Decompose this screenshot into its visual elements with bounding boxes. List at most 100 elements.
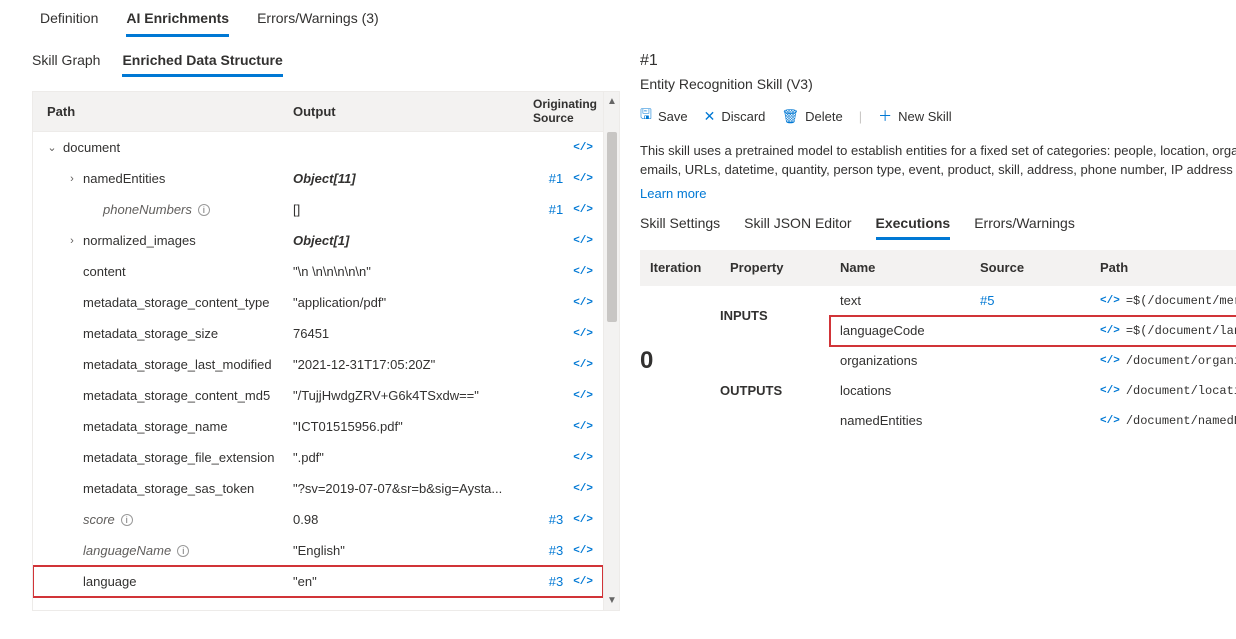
output-value: "/TujjHwdgZRV+G6k4TSxdw==" xyxy=(293,388,533,403)
col-source: Source xyxy=(980,260,1100,275)
code-icon[interactable]: </> xyxy=(573,483,593,495)
tab-errors-warnings[interactable]: Errors/Warnings (3) xyxy=(257,10,379,37)
path-name: metadata_storage_content_type xyxy=(83,295,269,310)
outputs-label: OUTPUTS xyxy=(720,346,830,436)
exec-name: namedEntities xyxy=(840,413,980,428)
table-row[interactable]: phoneNumbers i [] #1 </> xyxy=(33,194,603,225)
chevron-icon[interactable]: › xyxy=(67,173,77,185)
table-row[interactable]: ⌄ document </> xyxy=(33,132,603,163)
table-row[interactable]: metadata_storage_name"ICT01515956.pdf"</… xyxy=(33,411,603,442)
chevron-icon[interactable]: ⌄ xyxy=(47,141,57,154)
code-icon[interactable]: </> xyxy=(573,514,593,526)
table-row[interactable]: metadata_storage_size76451</> xyxy=(33,318,603,349)
scrollbar[interactable]: ▲ ▼ xyxy=(603,92,619,610)
code-icon[interactable]: </> xyxy=(573,545,593,557)
code-icon[interactable]: </> xyxy=(573,452,593,464)
table-row[interactable]: metadata_storage_sas_token "?sv=2019-07-0… xyxy=(33,473,603,504)
exec-path: /document/organizations xyxy=(1126,354,1236,368)
code-icon[interactable]: </> xyxy=(1100,385,1120,397)
table-row[interactable]: › namedEntities Object[11] #1 </> xyxy=(33,163,603,194)
code-icon[interactable]: </> xyxy=(573,235,593,247)
code-icon[interactable]: </> xyxy=(573,328,593,340)
code-icon[interactable]: </> xyxy=(573,142,593,154)
code-icon[interactable]: </> xyxy=(1100,325,1120,337)
originating-link[interactable]: #3 xyxy=(549,512,563,527)
tab-skill-json[interactable]: Skill JSON Editor xyxy=(744,215,851,240)
code-icon[interactable]: </> xyxy=(573,173,593,185)
path-name: metadata_storage_last_modified xyxy=(83,357,272,372)
path-name: metadata_storage_size xyxy=(83,326,218,341)
col-output: Output xyxy=(293,104,533,119)
tab-definition[interactable]: Definition xyxy=(40,10,98,37)
path-name: score xyxy=(83,512,115,527)
path-name: document xyxy=(63,140,120,155)
table-row[interactable]: metadata_storage_last_modified "2021-12-3… xyxy=(33,349,603,380)
tab-ai-enrichments[interactable]: AI Enrichments xyxy=(126,10,229,37)
output-value: [] xyxy=(293,202,533,217)
learn-more-link[interactable]: Learn more xyxy=(640,186,1236,201)
info-icon[interactable]: i xyxy=(121,514,133,526)
path-name: namedEntities xyxy=(83,171,165,186)
exec-row: organizations</>/document/organizations xyxy=(830,346,1236,376)
code-icon[interactable]: </> xyxy=(573,297,593,309)
code-icon[interactable]: </> xyxy=(1100,415,1120,427)
tab-executions[interactable]: Executions xyxy=(876,215,951,240)
exec-name: text xyxy=(840,293,980,308)
output-value: "?sv=2019-07-07&sr=b&sig=Aysta... xyxy=(293,481,533,496)
table-row[interactable]: metadata_storage_file_extension".pdf"</> xyxy=(33,442,603,473)
output-value: "2021-12-31T17:05:20Z" xyxy=(293,357,533,372)
code-icon[interactable]: </> xyxy=(573,359,593,371)
skill-id: #1 xyxy=(640,52,1236,70)
path-name: content xyxy=(83,264,126,279)
exec-name: locations xyxy=(840,383,980,398)
subtab-skill-graph[interactable]: Skill Graph xyxy=(32,52,100,77)
save-button[interactable]: 🖫 Save xyxy=(640,104,688,128)
table-row[interactable]: language"en"#3</> xyxy=(33,566,603,597)
tab-skill-errors[interactable]: Errors/Warnings xyxy=(974,215,1075,240)
chevron-icon[interactable]: › xyxy=(67,235,77,247)
table-row[interactable]: ›normalized_imagesObject[1]</> xyxy=(33,225,603,256)
save-icon: 🖫 xyxy=(640,104,652,128)
table-row[interactable]: languageNamei"English"#3</> xyxy=(33,535,603,566)
plus-icon: ＋ xyxy=(878,106,892,126)
path-name: metadata_storage_name xyxy=(83,419,228,434)
originating-link[interactable]: #3 xyxy=(549,574,563,589)
path-name: phoneNumbers xyxy=(103,202,192,217)
code-icon[interactable]: </> xyxy=(573,266,593,278)
originating-link[interactable]: #1 xyxy=(549,202,563,217)
code-icon[interactable]: </> xyxy=(1100,295,1120,307)
exec-source[interactable]: #5 xyxy=(980,293,1100,308)
path-name: metadata_storage_file_extension xyxy=(83,450,275,465)
info-icon[interactable]: i xyxy=(198,204,210,216)
exec-row: namedEntities</>/document/namedEntities xyxy=(830,406,1236,436)
code-icon[interactable]: </> xyxy=(573,390,593,402)
info-icon[interactable]: i xyxy=(177,545,189,557)
table-row[interactable]: metadata_storage_content_type"applicatio… xyxy=(33,287,603,318)
exec-name: languageCode xyxy=(840,323,980,338)
path-name: metadata_storage_sas_token xyxy=(83,481,254,496)
originating-link[interactable]: #1 xyxy=(549,171,563,186)
output-value: Object[1] xyxy=(293,233,533,248)
code-icon[interactable]: </> xyxy=(573,576,593,588)
exec-path: /document/locations xyxy=(1126,384,1236,398)
tab-skill-settings[interactable]: Skill Settings xyxy=(640,215,720,240)
code-icon[interactable]: </> xyxy=(573,204,593,216)
table-row[interactable]: content"\n \n\n\n\n\n"</> xyxy=(33,256,603,287)
skill-description: This skill uses a pretrained model to es… xyxy=(640,142,1236,180)
new-skill-button[interactable]: ＋ New Skill xyxy=(878,106,951,126)
output-value: "English" xyxy=(293,543,533,558)
skill-tabs: Skill Settings Skill JSON Editor Executi… xyxy=(640,215,1236,240)
originating-link[interactable]: #3 xyxy=(549,543,563,558)
path-name: metadata_storage_content_md5 xyxy=(83,388,270,403)
output-value: Object[11] xyxy=(293,171,533,186)
code-icon[interactable]: </> xyxy=(1100,355,1120,367)
table-row[interactable]: metadata_storage_content_md5 "/TujjHwdgZR… xyxy=(33,380,603,411)
tree-body: ⌄ document </> › namedEntities Object[11] #1 </… xyxy=(33,132,603,597)
discard-button[interactable]: ✕ Discard xyxy=(704,108,766,125)
table-row[interactable]: scorei0.98#3</> xyxy=(33,504,603,535)
code-icon[interactable]: </> xyxy=(573,421,593,433)
subtab-enriched-data[interactable]: Enriched Data Structure xyxy=(122,52,282,77)
delete-button[interactable]: 🗑 Delete xyxy=(781,108,842,125)
exec-table-header: Iteration Property Name Source Path xyxy=(640,250,1236,286)
discard-icon: ✕ xyxy=(704,108,716,125)
